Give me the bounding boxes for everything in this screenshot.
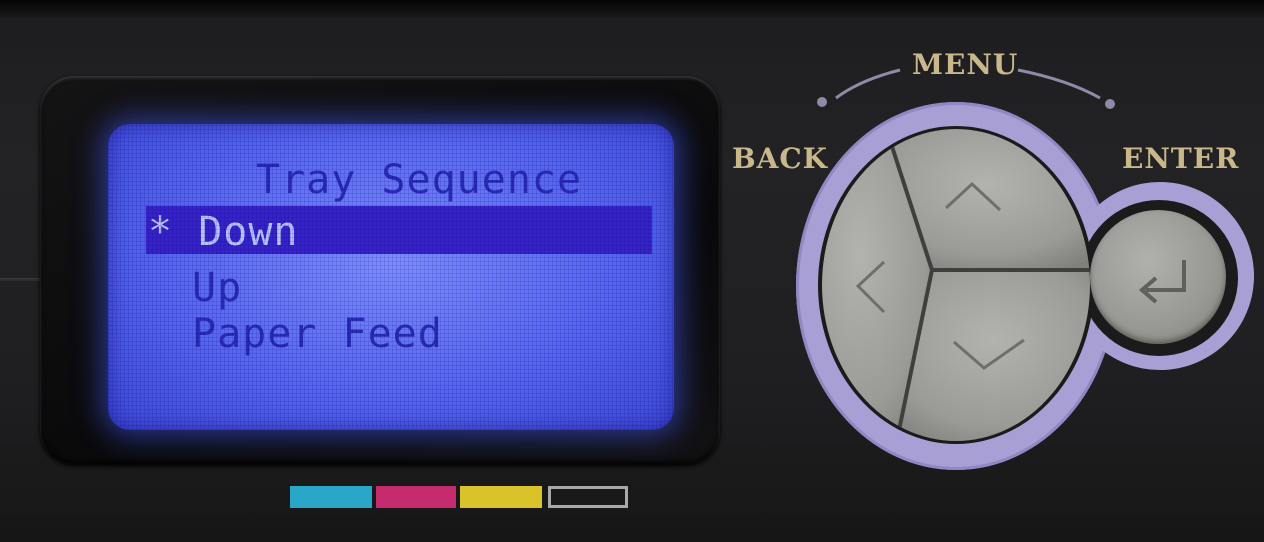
enter-button[interactable]: [1090, 210, 1226, 344]
up-button[interactable]: [900, 140, 1080, 260]
printer-control-panel: Tray Sequence * Down Up Paper Feed MENU …: [0, 0, 1264, 542]
navigation-pad: [822, 129, 1090, 441]
left-back-button[interactable]: [826, 190, 906, 380]
down-button[interactable]: [916, 282, 1092, 430]
enter-return-icon: [1138, 260, 1186, 304]
